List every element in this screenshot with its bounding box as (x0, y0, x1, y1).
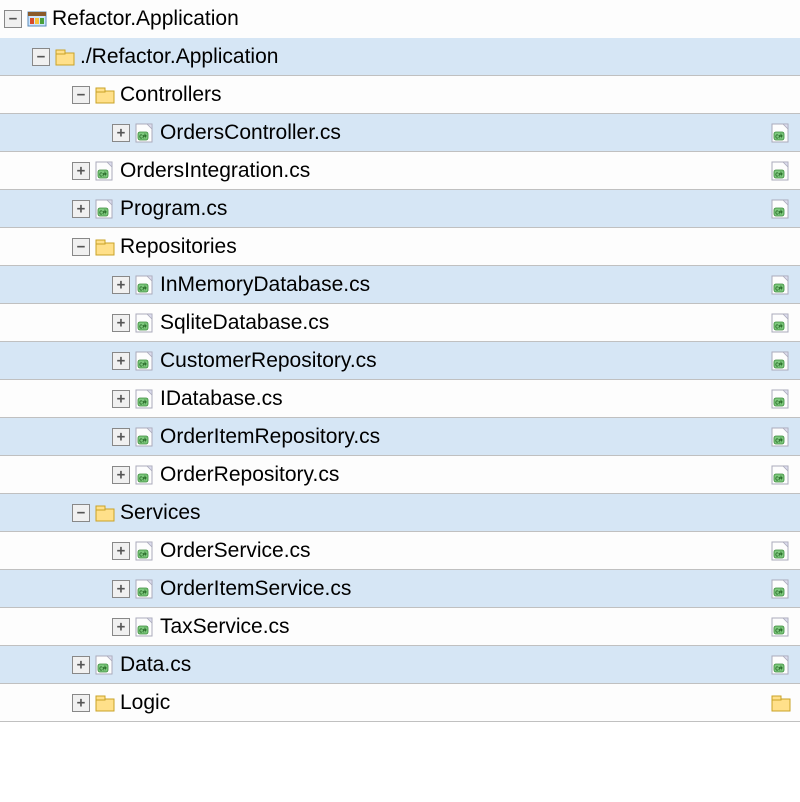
tree-row-orderitem-service[interactable]: + OrderItemService.cs (0, 570, 800, 608)
dependency-node-icon (770, 426, 792, 448)
dependency-node-icon (770, 312, 792, 334)
csharp-file-icon (134, 464, 156, 486)
tree-label: OrderItemService.cs (160, 577, 351, 601)
tree-label: Refactor.Application (52, 7, 239, 31)
dependency-node-icon (770, 540, 792, 562)
csharp-file-icon (134, 350, 156, 372)
tree-label: Controllers (120, 83, 222, 107)
expand-icon[interactable]: + (112, 618, 130, 636)
tree-label: CustomerRepository.cs (160, 349, 377, 373)
expand-icon[interactable]: + (112, 428, 130, 446)
tree-row-inmemory-db[interactable]: + InMemoryDatabase.cs (0, 266, 800, 304)
folder-icon (94, 236, 116, 258)
dependency-node-icon (770, 616, 792, 638)
expand-icon[interactable]: + (112, 580, 130, 598)
csharp-file-icon (134, 312, 156, 334)
csharp-file-icon (94, 160, 116, 182)
collapse-icon[interactable]: − (72, 504, 90, 522)
expand-icon[interactable]: + (112, 314, 130, 332)
tree-row-program[interactable]: + Program.cs (0, 190, 800, 228)
folder-icon (94, 502, 116, 524)
csharp-file-icon (134, 274, 156, 296)
tree-label: Data.cs (120, 653, 191, 677)
expand-icon[interactable]: + (112, 352, 130, 370)
tree-label: Repositories (120, 235, 237, 259)
tree-row-repositories[interactable]: − Repositories (0, 228, 800, 266)
dependency-node-icon (770, 160, 792, 182)
expand-icon[interactable]: + (72, 656, 90, 674)
tree-row-controllers[interactable]: − Controllers (0, 76, 800, 114)
expand-icon[interactable]: + (112, 124, 130, 142)
expand-icon[interactable]: + (72, 694, 90, 712)
dependency-node-icon (770, 464, 792, 486)
tree-label: OrdersIntegration.cs (120, 159, 310, 183)
tree-row-services[interactable]: − Services (0, 494, 800, 532)
tree-row-order-repo[interactable]: + OrderRepository.cs (0, 456, 800, 494)
dependency-node-icon (770, 692, 792, 714)
tree-label: SqliteDatabase.cs (160, 311, 329, 335)
tree-row-tax-service[interactable]: + TaxService.cs (0, 608, 800, 646)
csharp-file-icon (134, 426, 156, 448)
folder-icon (54, 46, 76, 68)
expand-icon[interactable]: + (112, 466, 130, 484)
expand-icon[interactable]: + (112, 276, 130, 294)
tree-row-folder-root[interactable]: − ./Refactor.Application (0, 38, 800, 76)
tree-row-logic[interactable]: + Logic (0, 684, 800, 722)
collapse-icon[interactable]: − (72, 238, 90, 256)
folder-icon (94, 692, 116, 714)
csharp-file-icon (134, 578, 156, 600)
dependency-node-icon (770, 654, 792, 676)
tree: − Refactor.Application − ./Refactor.Appl… (0, 0, 800, 722)
expand-icon[interactable]: + (72, 162, 90, 180)
tree-row-orders-integration[interactable]: + OrdersIntegration.cs (0, 152, 800, 190)
csharp-file-icon (94, 198, 116, 220)
tree-label: OrderItemRepository.cs (160, 425, 380, 449)
tree-label: TaxService.cs (160, 615, 290, 639)
tree-row-order-service[interactable]: + OrderService.cs (0, 532, 800, 570)
tree-label: OrderService.cs (160, 539, 311, 563)
csharp-file-icon (94, 654, 116, 676)
tree-row-customer-repo[interactable]: + CustomerRepository.cs (0, 342, 800, 380)
dependency-node-icon (770, 578, 792, 600)
tree-label: InMemoryDatabase.cs (160, 273, 370, 297)
folder-icon (94, 84, 116, 106)
dependency-node-icon (770, 122, 792, 144)
dependency-node-icon (770, 198, 792, 220)
dependency-node-icon (770, 350, 792, 372)
dependency-node-icon (770, 388, 792, 410)
csharp-file-icon (134, 616, 156, 638)
tree-row-root[interactable]: − Refactor.Application (0, 0, 800, 38)
tree-label: OrdersController.cs (160, 121, 341, 145)
csharp-file-icon (134, 540, 156, 562)
expand-icon[interactable]: + (72, 200, 90, 218)
expand-icon[interactable]: + (112, 390, 130, 408)
tree-row-sqlite-db[interactable]: + SqliteDatabase.cs (0, 304, 800, 342)
collapse-icon[interactable]: − (72, 86, 90, 104)
tree-row-orderitem-repo[interactable]: + OrderItemRepository.cs (0, 418, 800, 456)
dependency-node-icon (770, 274, 792, 296)
collapse-icon[interactable]: − (32, 48, 50, 66)
expand-icon[interactable]: + (112, 542, 130, 560)
tree-label: Logic (120, 691, 170, 715)
module-icon (26, 8, 48, 30)
tree-row-orders-controller[interactable]: + OrdersController.cs (0, 114, 800, 152)
tree-label: ./Refactor.Application (80, 45, 278, 69)
csharp-file-icon (134, 122, 156, 144)
tree-row-data[interactable]: + Data.cs (0, 646, 800, 684)
csharp-file-icon (134, 388, 156, 410)
collapse-icon[interactable]: − (4, 10, 22, 28)
tree-row-idatabase[interactable]: + IDatabase.cs (0, 380, 800, 418)
tree-label: OrderRepository.cs (160, 463, 339, 487)
tree-label: Services (120, 501, 201, 525)
tree-label: IDatabase.cs (160, 387, 283, 411)
tree-label: Program.cs (120, 197, 227, 221)
